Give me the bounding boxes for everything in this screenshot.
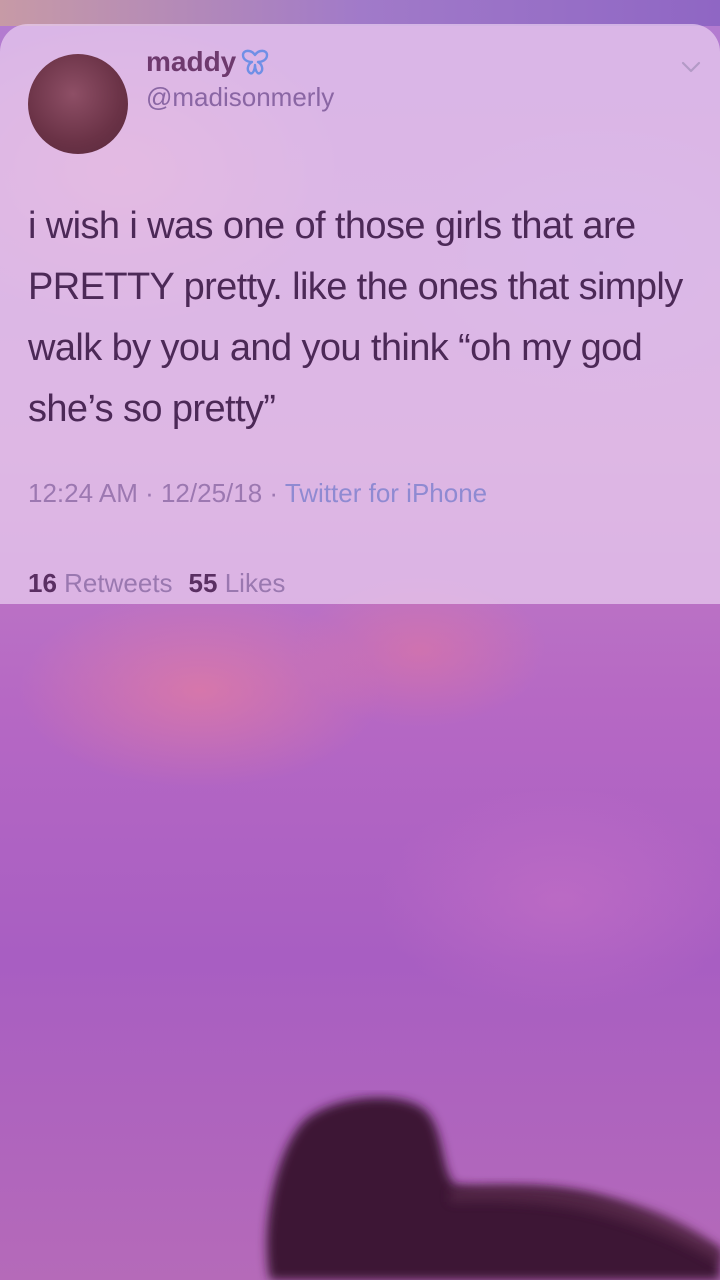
tweet-time: 12:24 AM [28,478,138,508]
tweet-stats: 16 Retweets 55 Likes [28,568,285,599]
meta-separator: · [262,478,285,508]
likes-count: 55 [188,568,218,598]
person-silhouette [266,1097,720,1280]
handle[interactable]: @madisonmerly [146,82,334,113]
likes-stat[interactable]: 55 Likes [189,568,286,598]
likes-label: Likes [224,568,286,598]
retweets-count: 16 [28,568,57,598]
display-name[interactable]: maddy [146,46,270,78]
tweet-meta: 12:24 AM · 12/25/18 · Twitter for iPhone [28,478,487,509]
tweet-source[interactable]: Twitter for iPhone [285,478,487,508]
display-name-text: maddy [146,46,237,77]
meta-separator: · [137,478,161,508]
retweets-stat[interactable]: 16 Retweets [28,568,173,598]
butterfly-icon [242,49,269,75]
avatar[interactable] [28,54,128,154]
chevron-down-icon[interactable] [678,54,704,80]
retweets-label: Retweets [64,568,173,598]
tweet-text: i wish i was one of those girls that are… [28,205,683,430]
top-strip [0,0,720,26]
tweet-card[interactable]: maddy @madisonmerly i wish i was one of … [0,24,720,604]
tweet-date: 12/25/18 [160,478,263,508]
